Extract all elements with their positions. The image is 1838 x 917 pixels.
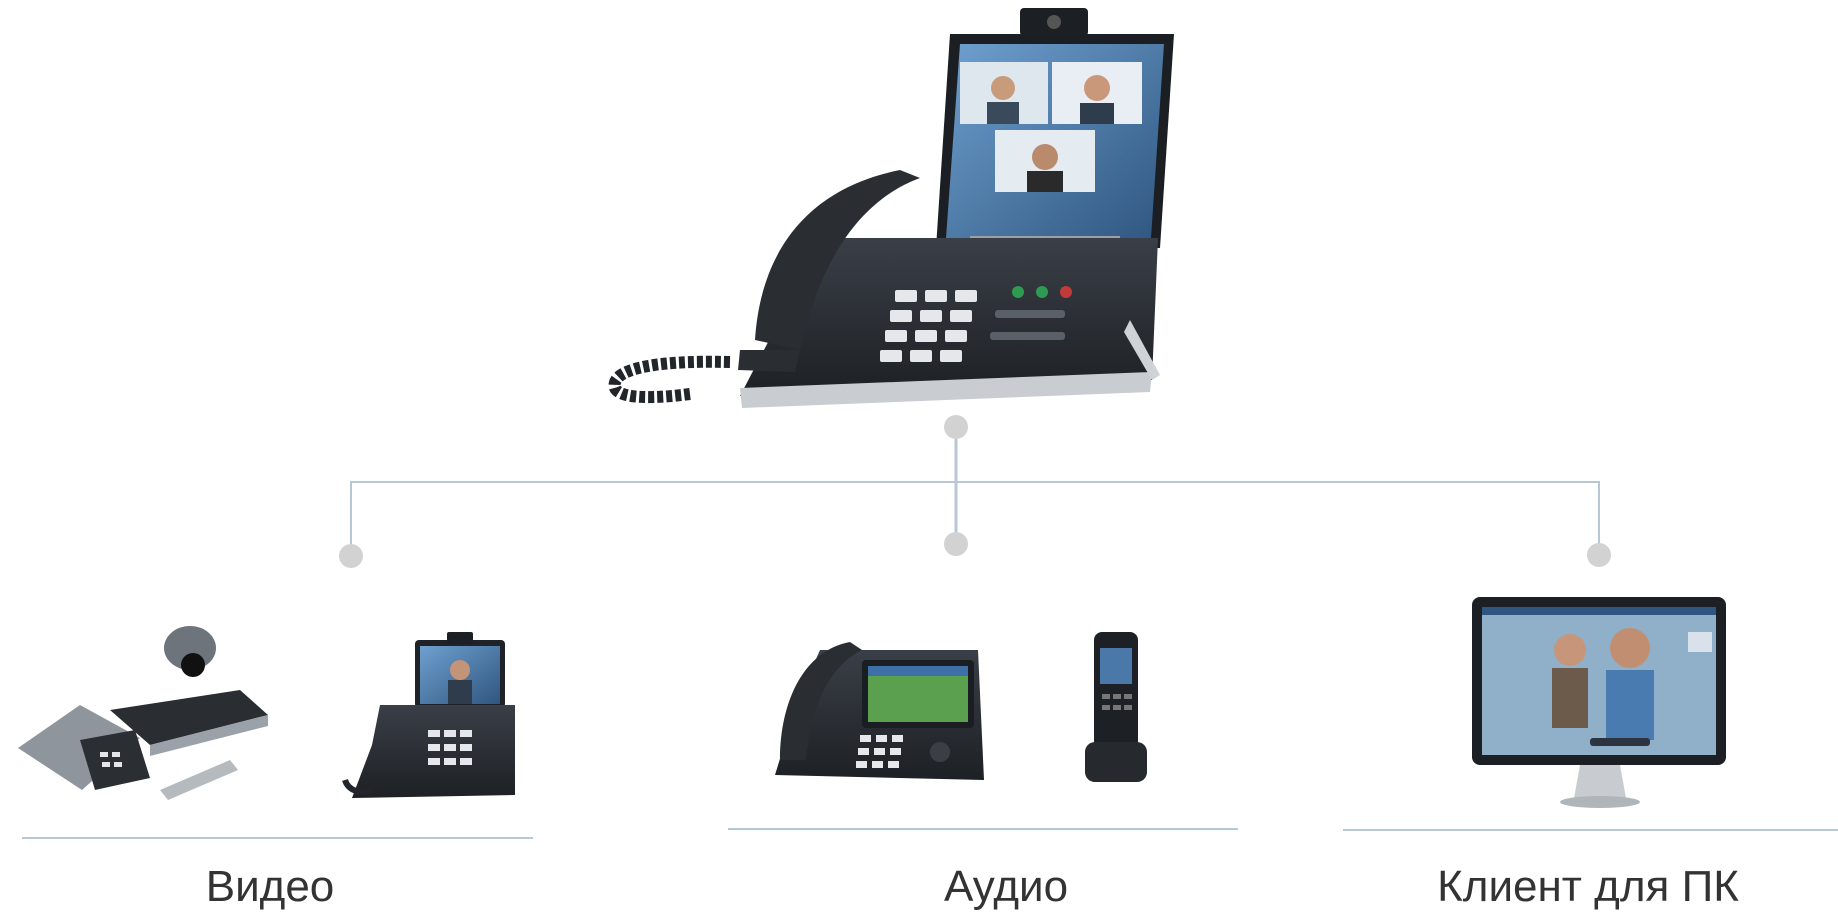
video-phone-hub-icon <box>608 8 1174 408</box>
connector-tree <box>339 415 1611 568</box>
hub-node <box>944 415 968 439</box>
dect-handset-icon <box>1085 632 1147 782</box>
pc-monitor-icon <box>1472 597 1726 808</box>
category-label-video: Видео <box>205 862 335 911</box>
ip-desk-phone-icon <box>775 642 984 780</box>
video-desk-phone-icon <box>342 632 515 798</box>
audio-node <box>944 532 968 556</box>
category-label-audio: Аудио <box>943 862 1069 911</box>
diagram-canvas <box>18 8 1838 839</box>
video-node <box>339 544 363 568</box>
pc-client-node <box>1587 543 1611 567</box>
conference-system-icon <box>18 626 268 800</box>
category-label-pc-client: Клиент для ПК <box>1437 862 1739 911</box>
